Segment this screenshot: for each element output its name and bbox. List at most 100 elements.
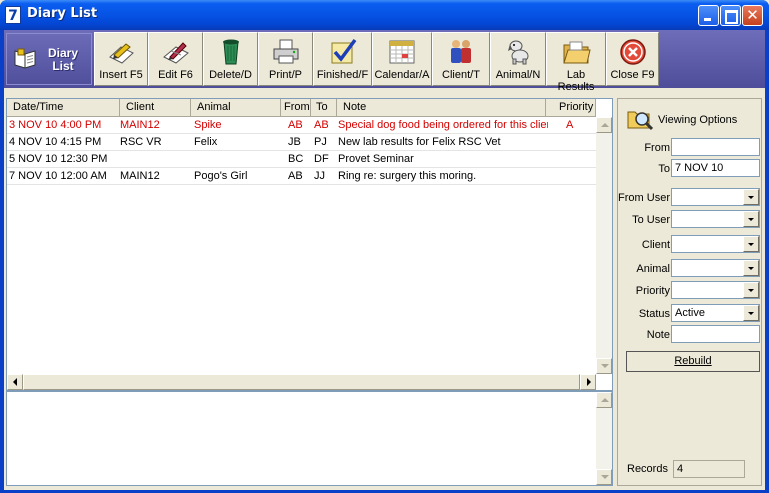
finished-button-label: Finished/F xyxy=(316,69,369,81)
scroll-right-icon xyxy=(587,378,591,386)
folder-icon xyxy=(561,37,591,67)
column-header-client[interactable]: Client xyxy=(120,99,191,117)
grid-header: Date/Time Client Animal From To Note Pri… xyxy=(7,99,596,117)
dog-icon xyxy=(503,37,533,67)
maximize-button[interactable] xyxy=(720,5,741,26)
row-note: New lab results for Felix RSC Vet xyxy=(338,136,501,148)
viewing-options-title: Viewing Options xyxy=(658,114,738,126)
minimize-button[interactable] xyxy=(698,5,719,26)
window-title: Diary List xyxy=(27,6,98,21)
diary-list-window: 7 Diary List ✕ Diary List Insert F5 Edit… xyxy=(0,0,769,493)
horizontal-scroll-thumb[interactable] xyxy=(23,374,580,390)
calendar-button[interactable]: Calendar/A xyxy=(372,32,432,86)
edit-pen-icon xyxy=(161,37,191,67)
row-datetime: 7 NOV 10 12:00 AM xyxy=(9,170,107,182)
delete-button[interactable]: Delete/D xyxy=(203,32,258,86)
print-button[interactable]: Print/P xyxy=(258,32,313,86)
scroll-up-button[interactable] xyxy=(596,117,612,133)
row-priority xyxy=(566,134,586,151)
grid-vertical-scrollbar[interactable] xyxy=(596,117,612,374)
scroll-up-icon xyxy=(601,123,609,127)
scroll-up-icon xyxy=(601,398,609,402)
table-row[interactable]: 7 NOV 10 12:00 AM MAIN12 Pogo's Girl AB … xyxy=(7,168,596,185)
chevron-down-icon[interactable] xyxy=(743,236,759,252)
from-date-field[interactable] xyxy=(671,138,760,156)
status-select[interactable]: Active xyxy=(671,304,760,322)
note-detail-area[interactable] xyxy=(6,391,613,486)
to-label: To xyxy=(658,163,670,175)
row-note: Special dog food being ordered for this … xyxy=(338,119,548,131)
row-to: DF xyxy=(314,153,329,165)
row-client: MAIN12 xyxy=(120,170,160,182)
lab-results-button-label: Lab Results xyxy=(557,69,595,93)
client-label: Client xyxy=(641,239,670,251)
table-row[interactable]: 5 NOV 10 12:30 PM BC DF Provet Seminar xyxy=(7,151,596,168)
row-from: AB xyxy=(288,119,303,131)
to-user-select[interactable] xyxy=(671,210,760,228)
priority-select[interactable] xyxy=(671,281,760,299)
row-from: BC xyxy=(288,153,304,165)
column-header-animal[interactable]: Animal xyxy=(191,99,281,117)
lab-results-button[interactable]: Lab Results xyxy=(546,32,606,93)
print-button-label: Print/P xyxy=(268,69,302,81)
edit-button[interactable]: Edit F6 xyxy=(148,32,203,86)
insert-button-label: Insert F5 xyxy=(99,69,143,81)
to-date-field[interactable]: 7 NOV 10 xyxy=(671,159,760,177)
edit-button-label: Edit F6 xyxy=(158,69,193,81)
minimize-icon xyxy=(699,6,718,25)
note-vertical-scrollbar[interactable] xyxy=(596,392,612,485)
row-animal: Felix xyxy=(194,136,218,148)
finished-button[interactable]: Finished/F xyxy=(313,32,372,86)
from-user-select[interactable] xyxy=(671,188,760,206)
calendar-button-label: Calendar/A xyxy=(374,69,430,81)
row-from: JB xyxy=(288,136,301,148)
viewing-options-panel: Viewing Options From To 7 NOV 10 From Us… xyxy=(617,98,762,486)
toolbar: Diary List Insert F5 Edit F6 Delete/D Pr… xyxy=(4,30,765,93)
close-window-button[interactable]: ✕ xyxy=(742,5,763,26)
rebuild-button-label: Rebuild xyxy=(674,355,712,367)
chevron-down-icon[interactable] xyxy=(743,260,759,276)
column-header-datetime[interactable]: Date/Time xyxy=(7,99,120,117)
table-row[interactable]: 4 NOV 10 4:15 PM RSC VR Felix JB PJ New … xyxy=(7,134,596,151)
diary-list-label: Diary List xyxy=(41,47,85,73)
column-header-note[interactable]: Note xyxy=(337,99,546,117)
animal-label: Animal xyxy=(636,263,670,275)
animal-button[interactable]: Animal/N xyxy=(490,32,546,86)
table-row[interactable]: 3 NOV 10 4:00 PM MAIN12 Spike AB AB Spec… xyxy=(7,117,596,134)
scroll-down-icon xyxy=(601,364,609,368)
insert-button[interactable]: Insert F5 xyxy=(94,32,148,86)
app-icon: 7 xyxy=(5,6,21,24)
note-filter-field[interactable] xyxy=(671,325,760,343)
from-label: From xyxy=(644,142,670,154)
chevron-down-icon[interactable] xyxy=(743,189,759,205)
close-button[interactable]: Close F9 xyxy=(606,32,659,86)
chevron-down-icon[interactable] xyxy=(743,211,759,227)
client-select[interactable] xyxy=(671,235,760,253)
status-label: Status xyxy=(638,308,670,320)
scroll-down-button[interactable] xyxy=(596,358,612,374)
row-client: MAIN12 xyxy=(120,119,160,131)
rebuild-button[interactable]: Rebuild xyxy=(626,351,760,372)
title-bar[interactable]: 7 Diary List ✕ xyxy=(0,0,769,30)
note-scroll-up-button[interactable] xyxy=(596,392,612,408)
column-header-from[interactable]: From xyxy=(281,99,311,117)
column-header-to[interactable]: To xyxy=(311,99,337,117)
row-datetime: 3 NOV 10 4:00 PM xyxy=(9,119,102,131)
client-button[interactable]: Client/T xyxy=(432,32,490,86)
column-header-priority[interactable]: Priority xyxy=(546,99,596,117)
row-client xyxy=(120,151,191,168)
row-note: Ring re: surgery this moring. xyxy=(338,170,477,182)
grid-horizontal-scrollbar[interactable] xyxy=(7,374,596,390)
scroll-left-icon xyxy=(13,378,17,386)
note-scroll-down-button[interactable] xyxy=(596,469,612,485)
scroll-left-button[interactable] xyxy=(7,374,23,390)
priority-label: Priority xyxy=(635,285,670,297)
scroll-right-button[interactable] xyxy=(580,374,596,390)
row-priority xyxy=(566,151,586,168)
chevron-down-icon[interactable] xyxy=(743,282,759,298)
animal-select[interactable] xyxy=(671,259,760,277)
records-count: 4 xyxy=(673,460,745,478)
row-to: AB xyxy=(314,119,329,131)
from-user-label: From User xyxy=(618,192,670,204)
chevron-down-icon[interactable] xyxy=(743,305,759,321)
